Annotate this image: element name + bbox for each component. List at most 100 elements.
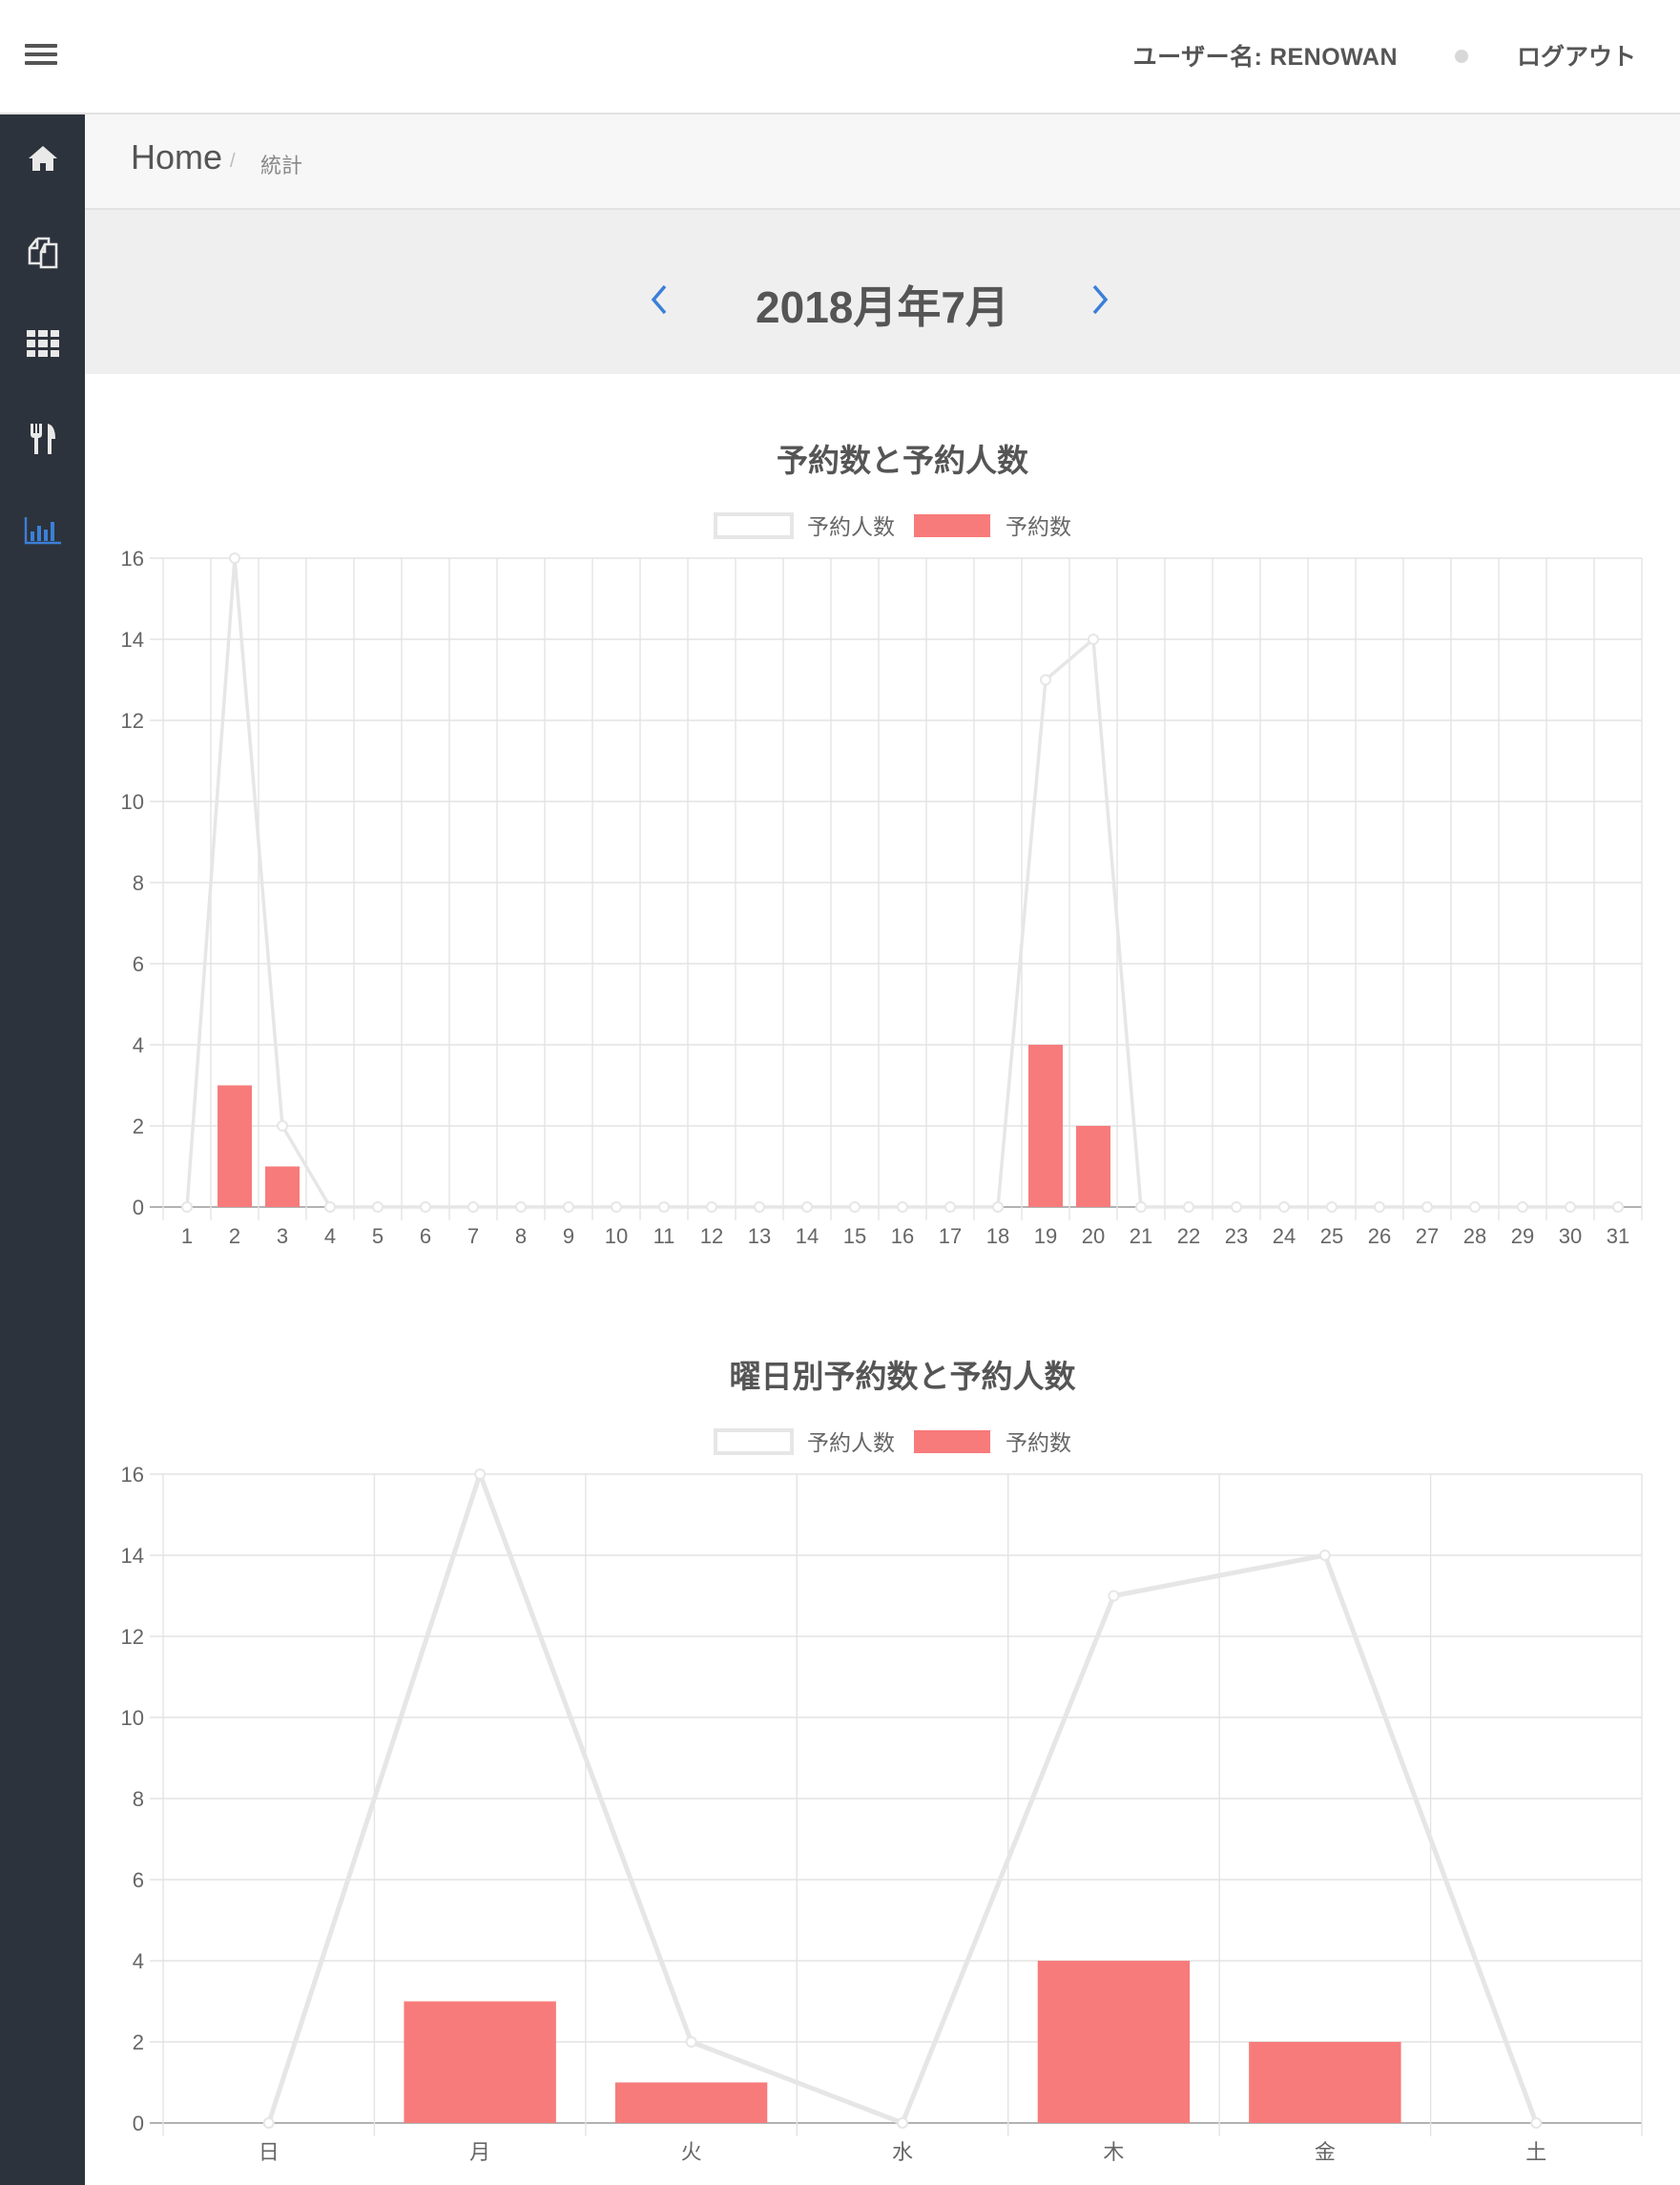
status-dot [1455, 50, 1468, 63]
legend-label-line: 予約人数 [807, 514, 895, 539]
x-tick-label: 8 [515, 1224, 527, 1248]
sidebar-item-documents[interactable] [0, 214, 85, 290]
x-tick-label: 日 [259, 2140, 280, 2164]
line-point [1108, 1590, 1120, 1602]
legend-swatch-bar [914, 1430, 990, 1453]
y-tick-label: 8 [133, 871, 144, 895]
prev-month-button[interactable] [640, 279, 678, 321]
y-tick-label: 14 [121, 1544, 144, 1568]
grid-icon [26, 330, 59, 357]
breadcrumb-current: 統計 [260, 154, 303, 177]
legend-swatch-line [714, 1428, 794, 1455]
sidebar-item-home[interactable] [0, 120, 85, 197]
chevron-right-icon [1092, 284, 1109, 315]
line-point [372, 1201, 384, 1213]
breadcrumb: Home / 統計 [85, 114, 1680, 210]
y-tick-label: 6 [133, 952, 144, 976]
line-point [1517, 1201, 1528, 1213]
menu-icon[interactable] [25, 44, 57, 69]
x-tick-label: 22 [1177, 1224, 1200, 1248]
sidebar-item-grid[interactable] [0, 305, 85, 382]
top-bar: ユーザー名: RENOWAN ログアウト [0, 0, 1680, 114]
x-tick-label: 21 [1130, 1224, 1152, 1248]
x-tick-label: 3 [277, 1224, 288, 1248]
y-tick-label: 14 [121, 628, 144, 652]
line-point [229, 552, 240, 564]
x-tick-label: 5 [372, 1224, 384, 1248]
x-tick-label: 土 [1525, 2140, 1546, 2164]
bar-chart-icon [24, 517, 61, 545]
sidebar-item-statistics[interactable] [0, 492, 85, 569]
x-tick-label: 7 [467, 1224, 479, 1248]
y-tick-label: 0 [133, 1196, 144, 1219]
bar [1037, 1961, 1191, 2123]
x-tick-label: 27 [1416, 1224, 1439, 1248]
bar [1028, 1045, 1063, 1207]
breadcrumb-separator: / [230, 151, 236, 172]
x-tick-label: 18 [986, 1224, 1009, 1248]
restaurant-icon [30, 424, 55, 454]
line-point [324, 1201, 336, 1213]
line-point [1318, 1550, 1331, 1561]
x-tick-label: 月 [469, 2140, 490, 2164]
chevron-left-icon [651, 284, 667, 315]
line-point [706, 1201, 717, 1213]
legend-swatch-line [714, 512, 794, 539]
x-tick-label: 9 [563, 1224, 574, 1248]
chart-title: 予約数と予約人数 [777, 443, 1029, 478]
x-tick-label: 火 [681, 2140, 702, 2164]
line-point [897, 1201, 908, 1213]
line-point [277, 1120, 288, 1132]
chart-legend: 予約人数 予約数 [714, 512, 1071, 539]
x-tick-label: 24 [1273, 1224, 1296, 1248]
x-tick-label: 木 [1103, 2140, 1124, 2164]
y-tick-label: 12 [121, 1625, 144, 1649]
x-tick-label: 25 [1320, 1224, 1343, 1248]
x-tick-label: 17 [939, 1224, 962, 1248]
bar [1249, 2042, 1401, 2123]
x-tick-label: 29 [1511, 1224, 1534, 1248]
line-point [467, 1201, 479, 1213]
line-point [1088, 634, 1099, 645]
user-name-label: ユーザー名: RENOWAN [1132, 44, 1398, 71]
line-point [1565, 1201, 1576, 1213]
weekday-chart: 曜日別予約数と予約人数予約人数 予約数 0 2 4 6 8 10 12 14 16 日 月 火 水 木 金 土 [121, 1359, 1643, 2164]
x-tick-label: 30 [1559, 1224, 1582, 1248]
x-tick-label: 11 [653, 1224, 675, 1248]
legend-label-bar: 予約数 [1006, 514, 1071, 539]
line-point [801, 1201, 813, 1213]
line-point [992, 1201, 1004, 1213]
daily-chart: 予約数と予約人数予約人数 予約数02468101214161 2 3 4 5 6 7 8 9 10 1… [121, 443, 1643, 1248]
y-tick-label: 4 [133, 1949, 144, 1973]
y-tick-label: 12 [121, 709, 144, 733]
logout-link[interactable]: ログアウト [1517, 38, 1636, 73]
month-title: 2018月年7月 [756, 282, 1009, 332]
y-tick-label: 0 [133, 2112, 144, 2135]
x-tick-label: 14 [796, 1224, 819, 1248]
sidebar [0, 114, 85, 2185]
line-point [1326, 1201, 1338, 1213]
bar [614, 2082, 768, 2123]
x-tick-label: 28 [1463, 1224, 1486, 1248]
line-point [563, 1201, 574, 1213]
y-tick-label: 6 [133, 1868, 144, 1892]
x-tick-label: 20 [1082, 1224, 1105, 1248]
month-navigation: 2018月年7月 [85, 210, 1680, 374]
line-point [897, 2117, 908, 2129]
bar [265, 1166, 300, 1207]
line-point [515, 1201, 527, 1213]
bar [1076, 1126, 1110, 1207]
line-point [1421, 1201, 1433, 1213]
line-point [1135, 1201, 1147, 1213]
documents-icon [28, 237, 57, 269]
x-tick-label: 15 [843, 1224, 866, 1248]
next-month-button[interactable] [1081, 279, 1119, 321]
y-tick-label: 8 [133, 1787, 144, 1811]
line-point [754, 1201, 765, 1213]
sidebar-item-restaurant[interactable] [0, 401, 85, 477]
line-point [944, 1201, 956, 1213]
breadcrumb-home[interactable]: Home [131, 137, 222, 177]
y-tick-label: 4 [133, 1033, 144, 1057]
line-point [658, 1201, 670, 1213]
x-tick-label: 19 [1034, 1224, 1057, 1248]
